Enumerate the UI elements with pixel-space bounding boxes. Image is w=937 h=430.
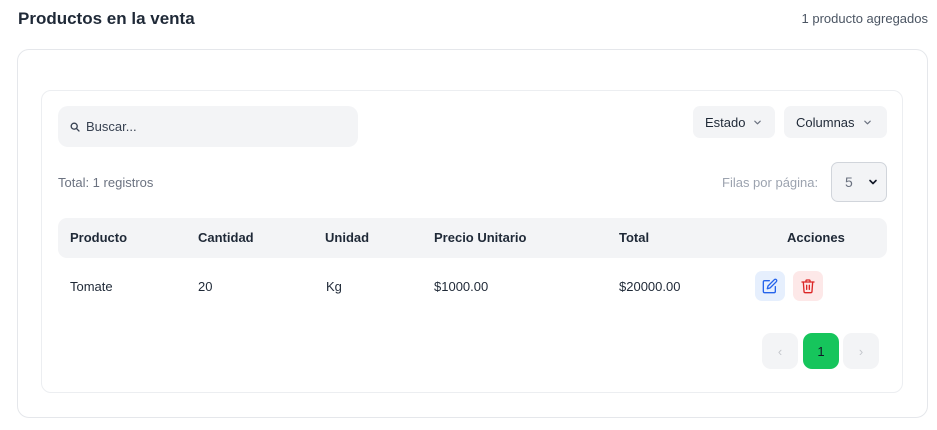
columnas-button[interactable]: Columnas bbox=[784, 106, 887, 138]
rows-per-page-select[interactable]: 5 bbox=[831, 162, 887, 202]
column-header-acciones: Acciones bbox=[787, 230, 845, 245]
next-page-button[interactable]: › bbox=[843, 333, 879, 369]
cell-precio-unitario: $1000.00 bbox=[434, 279, 489, 294]
cell-producto: Tomate bbox=[70, 279, 113, 294]
previous-page-button[interactable]: ‹ bbox=[762, 333, 798, 369]
chevron-down-icon bbox=[754, 120, 762, 124]
edit-button[interactable] bbox=[755, 271, 785, 301]
search-input[interactable] bbox=[86, 119, 336, 134]
chevron-down-icon bbox=[863, 120, 871, 124]
trash-icon bbox=[801, 279, 815, 294]
estado-label: Estado bbox=[705, 114, 746, 130]
column-header-unidad[interactable]: Unidad bbox=[325, 230, 369, 245]
columnas-label: Columnas bbox=[796, 114, 855, 130]
search-icon bbox=[70, 122, 80, 132]
product-count: 1 producto agregados bbox=[801, 11, 928, 26]
edit-icon bbox=[762, 278, 778, 294]
page-1-button[interactable]: 1 bbox=[803, 333, 839, 369]
delete-button[interactable] bbox=[793, 271, 823, 301]
column-header-total[interactable]: Total bbox=[619, 230, 649, 245]
search-box[interactable] bbox=[58, 106, 358, 147]
column-header-producto[interactable]: Producto bbox=[70, 230, 127, 245]
column-header-precio-unitario[interactable]: Precio Unitario bbox=[434, 230, 526, 245]
chevron-down-icon bbox=[869, 179, 877, 185]
cell-total: $20000.00 bbox=[619, 279, 681, 294]
table-header: Producto Cantidad Unidad Precio Unitario… bbox=[58, 218, 887, 258]
page-title: Productos en la venta bbox=[18, 9, 195, 28]
rows-per-page-value: 5 bbox=[845, 174, 853, 190]
cell-cantidad: 20 bbox=[198, 279, 213, 294]
column-header-cantidad[interactable]: Cantidad bbox=[198, 230, 254, 245]
estado-filter-button[interactable]: Estado bbox=[693, 106, 775, 138]
total-records: Total: 1 registros bbox=[58, 175, 154, 190]
rows-per-page-label: Filas por página: bbox=[722, 175, 819, 190]
cell-unidad: Kg bbox=[326, 279, 342, 294]
